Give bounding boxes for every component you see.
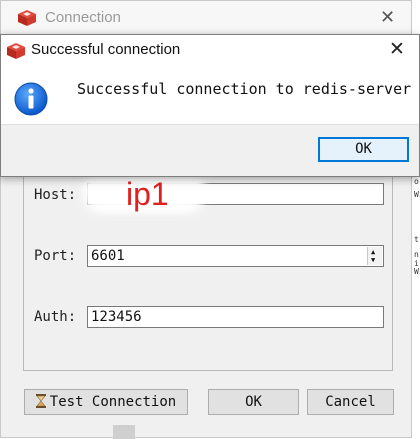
background-text-fragment: Wi <box>414 190 420 199</box>
dialog-footer: OK <box>1 124 419 176</box>
dialog-message: Successful connection to redis-server <box>77 80 412 98</box>
background-text-fragment: n <box>414 250 419 259</box>
redis-logo-icon <box>18 10 36 26</box>
scrollbar-fragment <box>113 425 135 439</box>
close-icon[interactable]: ✕ <box>380 7 395 28</box>
success-dialog: Successful connection ✕ Successful conne… <box>0 34 420 177</box>
auth-label: Auth: <box>34 309 77 325</box>
hourglass-icon <box>35 394 46 408</box>
spin-up-icon[interactable]: ▲ <box>371 249 375 256</box>
dialog-title: Successful connection <box>31 41 181 58</box>
port-value: 6601 <box>91 248 125 264</box>
dialog-ok-button[interactable]: OK <box>318 137 409 162</box>
background-text-fragment: o, <box>414 177 420 186</box>
background-text-fragment: t, <box>414 235 420 244</box>
spin-down-icon[interactable]: ▼ <box>371 257 375 264</box>
close-icon[interactable]: ✕ <box>389 38 405 60</box>
redis-logo-icon <box>7 43 25 59</box>
info-icon <box>14 82 48 116</box>
background-text-fragment: Wi <box>414 267 420 276</box>
port-spinbox[interactable]: 6601 ▲ ▼ <box>87 245 384 267</box>
host-label: Host: <box>34 187 77 203</box>
connection-window-title: Connection <box>45 9 121 26</box>
test-connection-label: Test Connection <box>49 394 177 410</box>
ok-button[interactable]: OK <box>208 389 299 415</box>
host-annotation-text: ip1 <box>126 176 169 212</box>
port-label: Port: <box>34 248 77 264</box>
cancel-button[interactable]: Cancel <box>307 389 394 415</box>
auth-input[interactable]: 123456 <box>87 306 384 328</box>
connection-window-titlebar[interactable]: Connection ✕ <box>1 1 411 37</box>
port-spinner[interactable]: ▲ ▼ <box>367 247 382 265</box>
test-connection-button[interactable]: Test Connection <box>24 389 188 415</box>
